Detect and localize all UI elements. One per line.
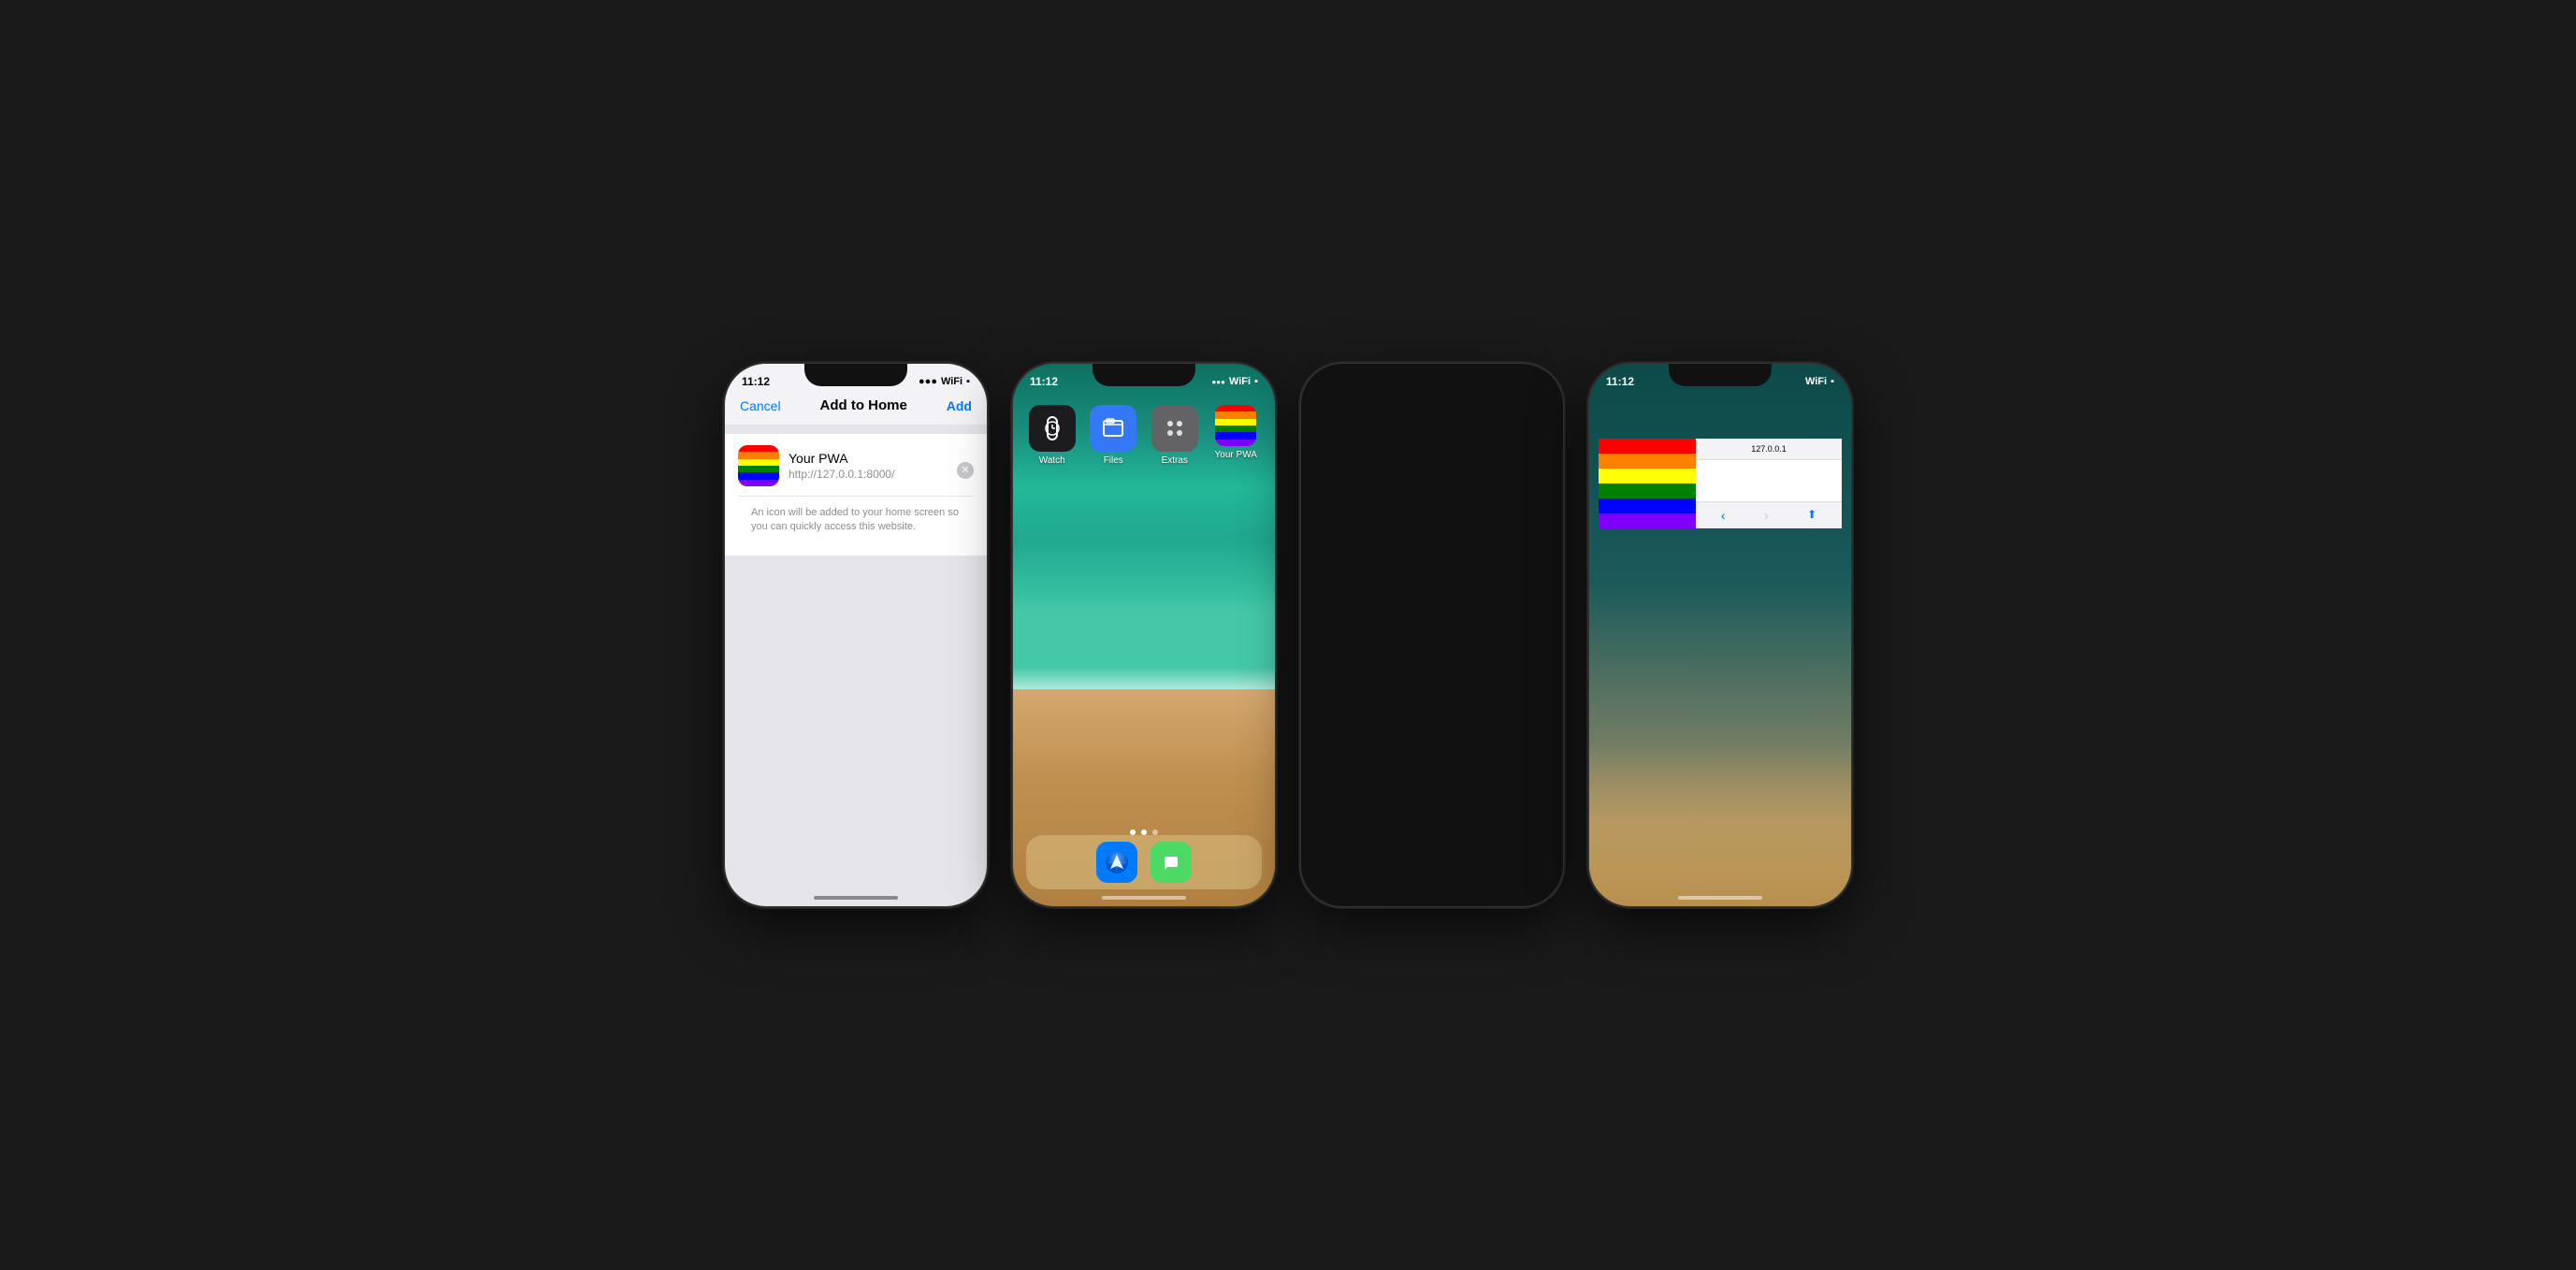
app-row: Your PWA http://127.0.0.1:8000/ ✕ — [738, 445, 974, 497]
watch-label: Watch — [1039, 455, 1065, 466]
dots-icon: ●●● — [1211, 378, 1225, 386]
status-icons-2: ●●● WiFi ▪ — [1211, 376, 1258, 387]
safari-forward-btn[interactable]: › — [1764, 508, 1769, 523]
wifi-icon: WiFi — [941, 376, 962, 387]
phone-1: 11:12 ●●● WiFi ▪ Cancel Add to Home Add — [725, 364, 987, 906]
pwa-icon-small — [738, 445, 779, 486]
watch-svg — [1039, 415, 1065, 441]
home-app-extras[interactable]: Extras — [1151, 405, 1199, 466]
safari-bottom-bar: ‹ › ⬆ — [1725, 501, 1842, 528]
dialog-title: Add to Home — [820, 397, 907, 413]
status-time-2: 11:12 — [1030, 375, 1058, 388]
add-button[interactable]: Add — [947, 398, 972, 413]
safari-switcher-card[interactable]: Safari — [1725, 439, 1842, 528]
phone1-screen: 11:12 ●●● WiFi ▪ Cancel Add to Home Add — [725, 364, 987, 906]
app-switcher: Your PWA Safari — [1599, 439, 1842, 528]
status-time-4: 11:12 — [1606, 375, 1634, 388]
app-grid: Watch Files — [1013, 399, 1275, 471]
safari-share-btn[interactable]: ⬆ — [1807, 508, 1816, 523]
phone2-screen: 11:12 ●●● WiFi ▪ Watch — [1013, 364, 1275, 906]
wifi-icon-4: WiFi — [1805, 376, 1827, 387]
status-icons-4: WiFi ▪ — [1805, 376, 1834, 387]
dock-messages[interactable] — [1151, 842, 1192, 883]
cancel-button[interactable]: Cancel — [740, 398, 781, 413]
home-bar-2 — [1102, 896, 1186, 900]
notch-1 — [804, 364, 907, 386]
battery-icon-2: ▪ — [1254, 376, 1258, 387]
safari-icon — [1104, 849, 1130, 875]
extras-svg — [1162, 415, 1188, 441]
home-app-pwa[interactable]: Your PWA — [1212, 405, 1261, 466]
add-description: An icon will be added to your home scree… — [738, 497, 974, 544]
safari-thumbnail: 127.0.0.1 ‹ › ⬆ — [1725, 463, 1842, 528]
notch-2 — [1093, 364, 1195, 386]
phone-2: 11:12 ●●● WiFi ▪ Watch — [1013, 364, 1275, 906]
battery-icon-4: ▪ — [1831, 376, 1834, 387]
battery-icon: ▪ — [966, 376, 970, 387]
app-url: http://127.0.0.1:8000/ — [789, 468, 894, 481]
pwa-home-icon — [1215, 405, 1256, 446]
home-bar-1 — [814, 896, 898, 900]
pwa-label: Your PWA — [1215, 450, 1257, 460]
dock — [1026, 835, 1262, 889]
watch-app-icon — [1029, 405, 1076, 452]
files-app-icon — [1090, 405, 1136, 452]
extras-label: Extras — [1162, 455, 1188, 466]
add-to-home-card: Your PWA http://127.0.0.1:8000/ ✕ An ico… — [725, 434, 987, 556]
files-label: Files — [1104, 455, 1123, 466]
extras-app-icon — [1151, 405, 1198, 452]
safari-page-content — [1725, 463, 1842, 501]
clear-button[interactable]: ✕ — [957, 462, 974, 479]
phone4-screen: 11:12 WiFi ▪ Your PW — [1589, 364, 1851, 906]
status-icons-1: ●●● WiFi ▪ — [919, 376, 970, 387]
safari-content-area: 127.0.0.1 ‹ › ⬆ — [1725, 463, 1842, 528]
home-app-files[interactable]: Files — [1090, 405, 1138, 466]
app-info: Your PWA http://127.0.0.1:8000/ — [789, 451, 894, 481]
messages-icon — [1158, 849, 1184, 875]
status-time-1: 11:12 — [742, 375, 770, 388]
notch-4 — [1669, 364, 1772, 386]
phone-4: 11:12 WiFi ▪ Your PW — [1589, 364, 1851, 906]
home-app-watch[interactable]: Watch — [1028, 405, 1077, 466]
wifi-icon-2: WiFi — [1229, 376, 1251, 387]
dock-safari[interactable] — [1096, 842, 1137, 883]
app-name: Your PWA — [789, 451, 894, 466]
signal-icon: ●●● — [919, 376, 937, 387]
phone-3: 11:13 WiFi ▪ — [1301, 364, 1563, 906]
files-svg — [1100, 415, 1126, 441]
home-bar-4 — [1678, 896, 1762, 900]
beach-bottom — [1589, 743, 1851, 906]
